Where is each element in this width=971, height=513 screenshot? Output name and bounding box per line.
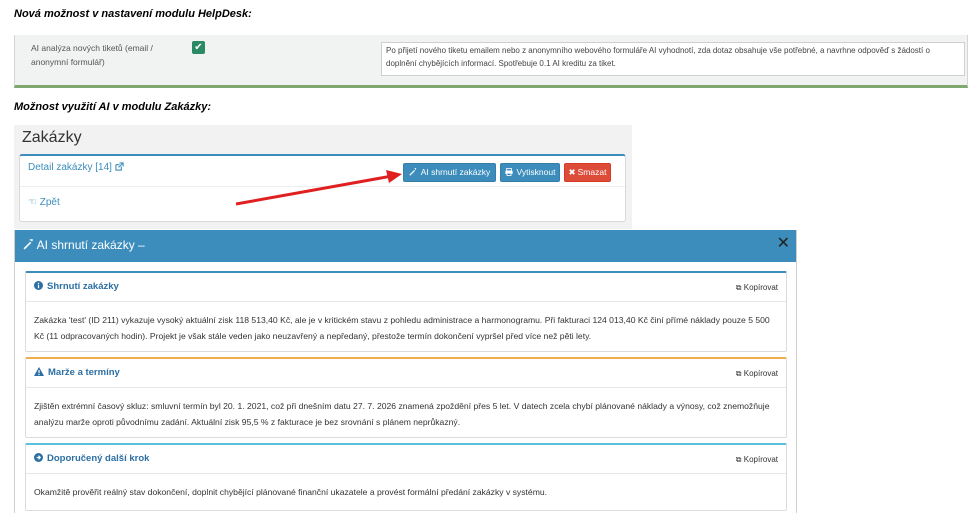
magic-wand-icon bbox=[23, 238, 37, 252]
copy-button[interactable]: ⧉ Kopírovat bbox=[736, 455, 778, 465]
ai-summary-modal: AI shrnutí zakázky – ✕ Shrnutí zakázky ⧉… bbox=[14, 230, 797, 513]
copy-label: Kopírovat bbox=[743, 369, 778, 378]
copy-label: Kopírovat bbox=[743, 455, 778, 464]
section-title: Doporučený další krok bbox=[34, 453, 149, 464]
section-title-text: Doporučený další krok bbox=[47, 453, 150, 464]
copy-icon: ⧉ bbox=[735, 369, 742, 378]
section-title-text: Marže a termíny bbox=[48, 367, 120, 378]
section-text: Zjištěn extrémní časový skluz: smluvní t… bbox=[34, 401, 770, 427]
next-step-section: Doporučený další krok ⧉ Kopírovat Okamži… bbox=[25, 443, 787, 511]
section-header: Doporučený další krok ⧉ Kopírovat bbox=[26, 445, 786, 474]
section-title-text: Shrnutí zakázky bbox=[47, 281, 119, 292]
section-title: Marže a termíny bbox=[34, 367, 120, 378]
section-text: Zakázka 'test' (ID 211) vykazuje vysoký … bbox=[34, 315, 770, 341]
section-header: Marže a termíny ⧉ Kopírovat bbox=[26, 359, 786, 388]
margin-deadlines-section: Marže a termíny ⧉ Kopírovat Zjištěn extr… bbox=[25, 357, 787, 438]
copy-button[interactable]: ⧉ Kopírovat bbox=[736, 283, 778, 293]
close-icon[interactable]: ✕ bbox=[777, 236, 790, 252]
summary-section: Shrnutí zakázky ⧉ Kopírovat Zakázka 'tes… bbox=[25, 271, 787, 352]
info-icon bbox=[34, 281, 43, 292]
modal-title-text: AI shrnutí zakázky – bbox=[36, 238, 145, 252]
modal-title: AI shrnutí zakázky – bbox=[23, 238, 145, 252]
arrow-circle-right-icon bbox=[34, 453, 43, 464]
warning-icon bbox=[34, 367, 44, 378]
section-title: Shrnutí zakázky bbox=[34, 281, 119, 292]
copy-icon: ⧉ bbox=[735, 283, 742, 292]
modal-header: AI shrnutí zakázky – ✕ bbox=[15, 230, 796, 262]
section-header: Shrnutí zakázky ⧉ Kopírovat bbox=[26, 273, 786, 302]
copy-icon: ⧉ bbox=[735, 455, 742, 464]
copy-label: Kopírovat bbox=[743, 283, 778, 292]
section-text: Okamžitě prověřit reálný stav dokončení,… bbox=[34, 487, 548, 497]
copy-button[interactable]: ⧉ Kopírovat bbox=[736, 369, 778, 379]
